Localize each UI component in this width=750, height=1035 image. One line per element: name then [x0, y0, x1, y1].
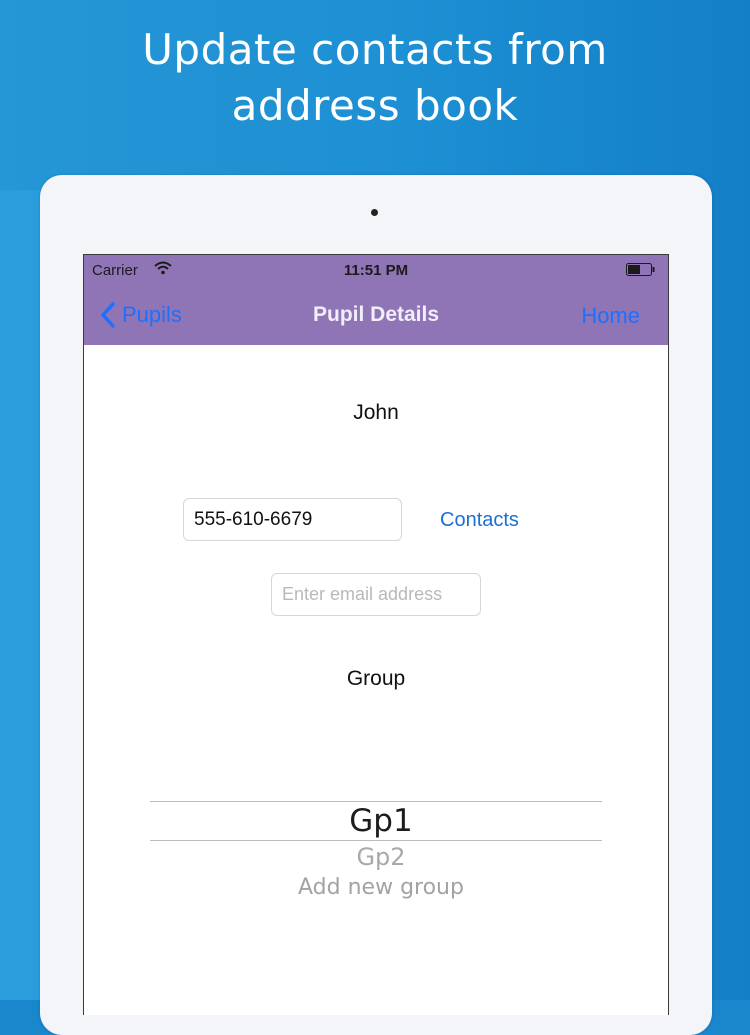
group-label: Group — [346, 667, 406, 690]
contacts-button[interactable]: Contacts — [440, 509, 519, 532]
picker-option-selected[interactable]: Gp1 — [150, 803, 612, 839]
battery-icon — [626, 263, 655, 276]
status-bar: Carrier 11:51 PM — [84, 255, 668, 285]
promo-headline-line-2: address book — [231, 81, 519, 130]
picker-selection-top-line — [150, 801, 602, 802]
picker-selection-bottom-line — [150, 840, 602, 841]
pupil-name: John — [353, 401, 399, 424]
picker-option[interactable]: Add new group — [150, 875, 612, 900]
app-screen: Carrier 11:51 PM Pupils Pupil Details Ho… — [83, 254, 669, 1015]
home-button[interactable]: Home — [581, 303, 640, 329]
camera-dot — [371, 209, 378, 216]
promo-headline: Update contacts from address book — [0, 22, 750, 134]
phone-field[interactable] — [183, 498, 402, 541]
status-time: 11:51 PM — [343, 262, 409, 279]
promo-headline-line-1: Update contacts from — [142, 25, 608, 74]
group-picker[interactable]: Gp1 Gp2 Add new group — [150, 785, 602, 915]
email-field[interactable] — [271, 573, 481, 616]
navigation-bar: Carrier 11:51 PM Pupils Pupil Details Ho… — [84, 255, 668, 345]
picker-option[interactable]: Gp2 — [150, 843, 612, 871]
